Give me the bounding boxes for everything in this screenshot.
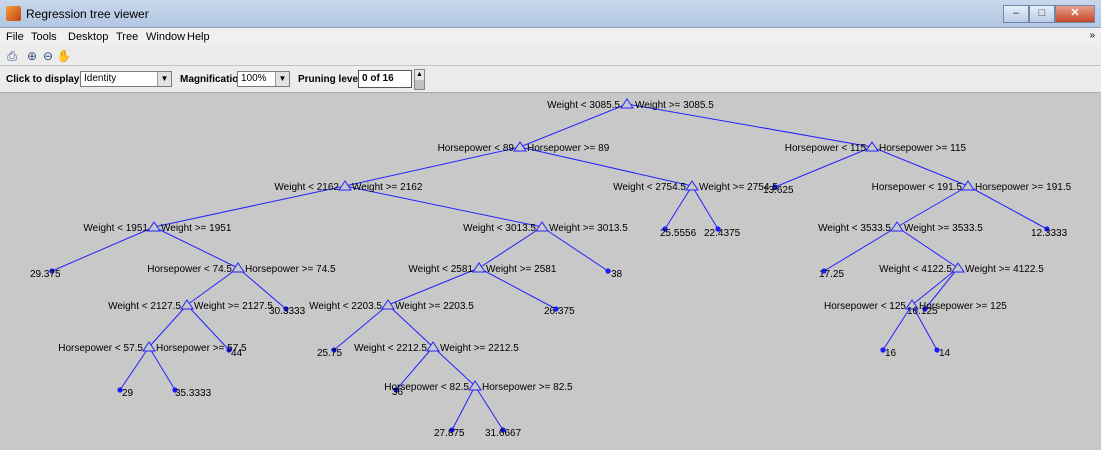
leaf-label-13: 14 xyxy=(939,348,951,359)
spin-up-icon[interactable]: ▲ xyxy=(415,70,424,79)
split-13-right-label: Weight >= 2203.5 xyxy=(395,301,474,312)
menu-desktop[interactable]: Desktop xyxy=(68,31,108,43)
split-6-right-label: Weight >= 1951 xyxy=(161,223,232,234)
regression-tree-viewer-window: Regression tree viewer – □ ✕ File Tools … xyxy=(0,0,1101,445)
spin-down-icon[interactable]: ▼ xyxy=(415,80,424,89)
split-11-left-label: Weight < 4122.5 xyxy=(879,264,952,275)
leaf-label-12: 16 xyxy=(885,348,897,359)
print-icon[interactable]: ⎙ xyxy=(4,48,20,64)
split-7-right-label: Weight >= 3013.5 xyxy=(549,223,628,234)
window-title: Regression tree viewer xyxy=(26,7,149,21)
leaf-label-3: 12.3333 xyxy=(1031,228,1068,239)
split-8-left-label: Weight < 3533.5 xyxy=(818,223,891,234)
split-17-right-label: Horsepower >= 82.5 xyxy=(482,382,573,393)
menu-help[interactable]: Help xyxy=(187,31,210,43)
leaf-label-6: 17.25 xyxy=(819,269,844,280)
leaf-label-2: 22.4375 xyxy=(704,228,741,239)
split-10-left-label: Weight < 2581 xyxy=(408,264,473,275)
magnification-value: 100% xyxy=(241,73,267,84)
zoom-out-icon[interactable]: ⊖ xyxy=(40,48,56,64)
split-node-triangle-13[interactable] xyxy=(381,299,395,310)
split-8-right-label: Weight >= 3533.5 xyxy=(904,223,983,234)
split-node-triangle-5[interactable] xyxy=(961,180,975,191)
split-12-right-label: Weight >= 2127.5 xyxy=(194,301,273,312)
split-4-left-label: Weight < 2754.5 xyxy=(613,182,686,193)
split-16-right-label: Weight >= 2212.5 xyxy=(440,343,519,354)
split-7-left-label: Weight < 3013.5 xyxy=(463,223,536,234)
leaf-label-16: 36 xyxy=(392,387,404,398)
click-to-display-label: Click to display: xyxy=(6,74,83,85)
toolbar: ⎙ ⊕ ⊖ ✋ xyxy=(0,46,1101,66)
leaf-node-dot-5[interactable] xyxy=(605,268,611,274)
split-11-right-label: Weight >= 4122.5 xyxy=(965,264,1044,275)
menu-window[interactable]: Window xyxy=(146,31,185,43)
split-node-triangle-8[interactable] xyxy=(890,221,904,232)
split-16-left-label: Weight < 2212.5 xyxy=(354,343,427,354)
leaf-label-11: 25.75 xyxy=(317,348,342,359)
maximize-button[interactable]: □ xyxy=(1029,5,1055,23)
leaf-label-1: 25.5556 xyxy=(660,228,697,239)
chevron-down-icon: ▼ xyxy=(275,72,289,86)
leaf-label-9: 16.125 xyxy=(907,306,938,317)
window-controls: – □ ✕ xyxy=(1003,5,1095,23)
split-0-right-label: Weight >= 3085.5 xyxy=(635,100,714,111)
leaf-label-7: 30.3333 xyxy=(269,306,306,317)
split-0-left-label: Weight < 3085.5 xyxy=(547,100,620,111)
split-13-left-label: Weight < 2203.5 xyxy=(309,301,382,312)
magnification-select[interactable]: 100% ▼ xyxy=(237,71,290,87)
split-15-left-label: Horsepower < 57.5 xyxy=(58,343,143,354)
leaf-label-0: 13.625 xyxy=(763,185,794,196)
split-14-left-label: Horsepower < 125 xyxy=(824,301,906,312)
chevron-down-icon: ▼ xyxy=(157,72,171,86)
menu-file[interactable]: File xyxy=(6,31,24,43)
split-10-right-label: Weight >= 2581 xyxy=(486,264,557,275)
split-node-triangle-9[interactable] xyxy=(231,262,245,273)
split-1-left-label: Horsepower < 89 xyxy=(438,143,515,154)
tree-labels: Weight < 3085.5 Weight >= 3085.5 Horsepo… xyxy=(30,100,1072,439)
split-node-triangle-15[interactable] xyxy=(142,341,156,352)
pruning-level-spinner[interactable]: ▲ ▼ xyxy=(414,69,425,90)
split-2-right-label: Horsepower >= 115 xyxy=(879,143,967,154)
split-9-right-label: Horsepower >= 74.5 xyxy=(245,264,336,275)
split-node-triangle-11[interactable] xyxy=(951,262,965,273)
regression-tree-plot: Weight < 3085.5 Weight >= 3085.5 Horsepo… xyxy=(30,98,1072,439)
leaf-label-5: 38 xyxy=(611,269,623,280)
split-node-triangle-0[interactable] xyxy=(620,98,634,109)
split-1-right-label: Horsepower >= 89 xyxy=(527,143,610,154)
menu-bar: File Tools Desktop Tree Window Help » xyxy=(0,28,1101,46)
menu-overflow-icon[interactable]: » xyxy=(1089,30,1095,41)
pan-hand-icon[interactable]: ✋ xyxy=(56,48,72,64)
split-3-right-label: Weight >= 2162 xyxy=(352,182,423,193)
click-to-display-value: Identity xyxy=(84,73,117,84)
leaf-label-15: 35.3333 xyxy=(175,388,212,399)
title-bar[interactable]: Regression tree viewer – □ ✕ xyxy=(0,0,1101,28)
minimize-button[interactable]: – xyxy=(1003,5,1029,23)
click-to-display-select[interactable]: Identity ▼ xyxy=(80,71,172,87)
zoom-in-icon[interactable]: ⊕ xyxy=(24,48,40,64)
close-button[interactable]: ✕ xyxy=(1055,5,1095,23)
display-controls: Click to display: Identity ▼ Magnificati… xyxy=(0,66,1101,93)
split-node-triangle-10[interactable] xyxy=(472,262,486,273)
split-12-left-label: Weight < 2127.5 xyxy=(108,301,181,312)
leaf-label-14: 29 xyxy=(122,388,134,399)
split-2-left-label: Horsepower < 115 xyxy=(785,143,867,154)
leaf-label-18: 31.6667 xyxy=(485,428,522,439)
split-5-left-label: Horsepower < 191.5 xyxy=(872,182,963,193)
pruning-level-label: Pruning level: xyxy=(298,74,365,85)
split-5-right-label: Horsepower >= 191.5 xyxy=(975,182,1072,193)
matlab-app-icon xyxy=(6,6,21,21)
split-3-left-label: Weight < 2162 xyxy=(274,182,339,193)
leaf-label-17: 27.875 xyxy=(434,428,465,439)
menu-tree[interactable]: Tree xyxy=(116,31,138,43)
split-6-left-label: Weight < 1951 xyxy=(83,223,148,234)
leaf-label-10: 44 xyxy=(231,348,243,359)
menu-tools[interactable]: Tools xyxy=(31,31,57,43)
tree-canvas[interactable]: Weight < 3085.5 Weight >= 3085.5 Horsepo… xyxy=(0,93,1101,445)
pruning-level-field[interactable]: 0 of 16 xyxy=(358,70,412,88)
leaf-label-4: 29.375 xyxy=(30,269,61,280)
split-node-triangle-1[interactable] xyxy=(513,141,527,152)
split-9-left-label: Horsepower < 74.5 xyxy=(147,264,232,275)
leaf-label-8: 26.375 xyxy=(544,306,575,317)
